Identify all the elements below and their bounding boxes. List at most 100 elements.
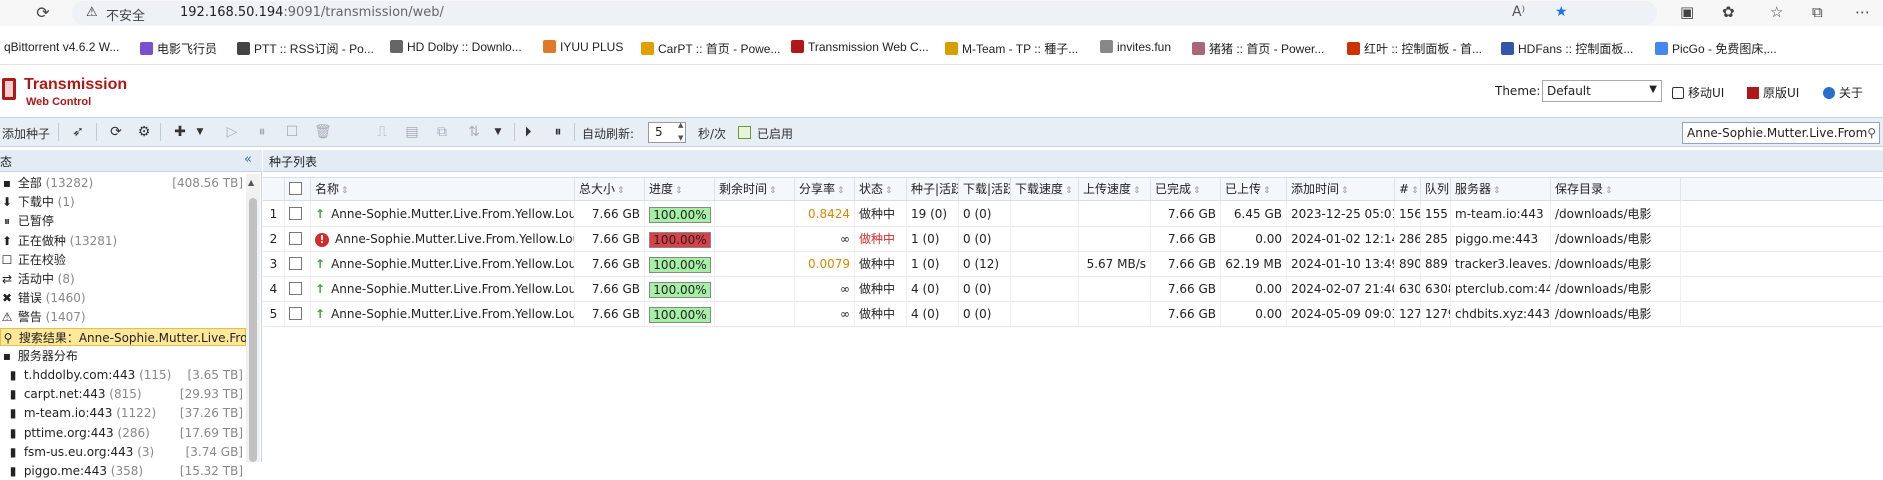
sidebar-item[interactable]: ▪ 全部 (13282) [408.56 TB] <box>0 174 246 192</box>
folder-icon[interactable]: ▤ <box>404 124 420 140</box>
profile-icon[interactable]: ▣ <box>1680 3 1694 21</box>
column-header-name[interactable]: 名称 ⇕ <box>311 178 575 202</box>
tracker-icon[interactable]: ⎍ <box>374 124 390 140</box>
add-torrent-button[interactable]: 添加种子 <box>2 125 50 142</box>
bookmark-item[interactable]: Transmission Web C... <box>791 40 929 54</box>
column-header-eta[interactable]: 剩余时间 ⇕ <box>715 178 795 202</box>
pause-icon[interactable]: ⏸ <box>254 124 270 140</box>
search-icon[interactable]: ⚲ <box>1867 126 1876 140</box>
bookmark-item[interactable]: IYUU PLUS <box>543 40 623 54</box>
address-bar[interactable]: ⚠ 不安全 192.168.50.194:9091/transmission/w… <box>72 1 1657 25</box>
refresh-icon[interactable]: ⟳ <box>108 124 124 140</box>
sidebar-item[interactable]: ⬇ 下载中 (1) <box>0 193 246 211</box>
bookmark-item[interactable]: invites.fun <box>1100 40 1171 54</box>
row-checkbox[interactable] <box>289 307 302 320</box>
bookmark-item[interactable]: M-Team - TP :: 種子... <box>945 40 1078 57</box>
row-checkbox[interactable] <box>289 232 302 245</box>
original-ui-link[interactable]: 原版UI <box>1747 84 1799 101</box>
sort-icon[interactable]: ⇅ <box>466 124 482 140</box>
spin-down-icon[interactable]: ▼ <box>678 134 683 142</box>
sidebar-item[interactable]: ▮ carpt.net:443 (815) [29.93 TB] <box>0 385 246 403</box>
start-all-icon[interactable]: ⏵ <box>520 124 536 140</box>
row-checkbox[interactable] <box>289 207 302 220</box>
table-row[interactable]: 2! Anne-Sophie.Mutter.Live.From.Yellow.Lo… <box>263 227 1883 252</box>
torrent-name[interactable]: Anne-Sophie.Mutter.Live.From.Yellow.Loun… <box>331 307 574 321</box>
settings-more-icon[interactable]: ⋯ <box>1855 3 1870 21</box>
sidebar-item[interactable]: ▮ t.hddolby.com:443 (115) [3.65 TB] <box>0 366 246 384</box>
bookmark-item[interactable]: 红叶 :: 控制面板 - 首... <box>1347 40 1482 57</box>
row-checkbox[interactable] <box>289 282 302 295</box>
spin-up-icon[interactable]: ▲ <box>678 121 683 129</box>
start-icon[interactable]: ▷ <box>224 124 240 140</box>
bookmark-item[interactable]: CarPT :: 首页 - Powe... <box>641 40 780 57</box>
about-link[interactable]: 关于 <box>1823 84 1863 101</box>
sidebar-item[interactable]: ▮ fsm-us.eu.org:443 (3) [3.74 GB] <box>0 443 246 461</box>
torrent-name[interactable]: Anne-Sophie.Mutter.Live.From.Yellow.Loun… <box>331 282 574 296</box>
bookmark-item[interactable]: 猪猪 :: 首页 - Power... <box>1192 40 1324 57</box>
column-header-progress[interactable]: 进度 ⇕ <box>645 178 715 202</box>
rocket-icon[interactable]: ➶ <box>70 124 86 140</box>
extensions-icon[interactable]: ✿ <box>1722 3 1735 21</box>
read-aloud-icon[interactable]: A⁾ <box>1512 4 1525 20</box>
collapse-icon[interactable]: « <box>244 152 252 167</box>
gear-icon[interactable]: ⚙ <box>136 124 152 140</box>
sidebar-item[interactable]: ⚠ 警告 (1407) <box>0 308 246 326</box>
column-header-ul[interactable]: 上传速度 ⇕ <box>1079 178 1151 202</box>
table-row[interactable]: 4 ↑ Anne-Sophie.Mutter.Live.From.Yellow.Lo… <box>263 277 1883 302</box>
theme-select[interactable]: Default ▼ <box>1542 80 1662 102</box>
column-header-server[interactable]: 服务器 ⇕ <box>1451 178 1551 202</box>
copy-icon[interactable]: ⧉ <box>434 124 450 140</box>
trash-icon[interactable]: 🗑 <box>314 124 332 140</box>
chevron-down-icon[interactable]: ▼ <box>192 124 208 140</box>
sidebar-item[interactable]: ▮ m-team.io:443 (1122) [37.26 TB] <box>0 404 246 422</box>
bookmark-item[interactable]: 电影飞行员 <box>140 40 217 57</box>
collections-icon[interactable]: ⧉ <box>1812 3 1823 21</box>
column-header-done[interactable]: 已完成 ⇕ <box>1151 178 1221 202</box>
sidebar-item[interactable]: ⇄ 活动中 (8) <box>0 270 246 288</box>
select-all-checkbox[interactable] <box>289 182 302 195</box>
favorite-star-icon[interactable]: ★ <box>1555 4 1568 20</box>
column-header-ratio[interactable]: 分享率 ⇕ <box>795 178 855 202</box>
sidebar-item[interactable]: ✖ 错误 (1460) <box>0 289 246 307</box>
column-header-select[interactable] <box>285 178 311 202</box>
column-header-dir[interactable]: 保存目录 ⇕ <box>1551 178 1681 202</box>
column-header-peers[interactable]: 下载|活跃⇕ <box>959 178 1011 202</box>
row-checkbox[interactable] <box>289 257 302 270</box>
sidebar-item[interactable]: ▮ piggo.me:443 (358) [15.32 TB] <box>0 462 246 480</box>
column-header-size[interactable]: 总大小 ⇕ <box>575 178 645 202</box>
favorites-icon[interactable]: ☆ <box>1770 3 1783 21</box>
sidebar-item[interactable]: ▪ 服务器分布 <box>0 347 246 365</box>
bookmark-item[interactable]: qBittorrent v4.6.2 W... <box>4 40 119 54</box>
table-row[interactable]: 1 ↑ Anne-Sophie.Mutter.Live.From.Yellow.Lo… <box>263 202 1883 227</box>
url-text[interactable]: 192.168.50.194:9091/transmission/web/ <box>180 5 444 20</box>
bookmark-item[interactable]: HD Dolby :: Downlo... <box>390 40 522 54</box>
column-header-dl[interactable]: 下载速度 ⇕ <box>1011 178 1079 202</box>
column-header-seeds[interactable]: 种子|活跃⇕ <box>907 178 959 202</box>
table-row[interactable]: 3 ↑ Anne-Sophie.Mutter.Live.From.Yellow.Lo… <box>263 252 1883 277</box>
scrollbar-thumb[interactable] <box>249 198 257 462</box>
recheck-icon[interactable]: ☐ <box>284 124 300 140</box>
bookmark-item[interactable]: PTT :: RSS订阅 - Po... <box>237 40 374 57</box>
column-header-id[interactable]: # ⇕ <box>1395 178 1421 202</box>
pause-all-icon[interactable]: ⏸ <box>550 124 566 140</box>
table-row[interactable]: 5 ↑ Anne-Sophie.Mutter.Live.From.Yellow.Lo… <box>263 302 1883 327</box>
chevron-down-icon[interactable]: ▼ <box>490 124 506 140</box>
sidebar-item[interactable]: ⚲ 搜索结果：Anne-Sophie.Mutter.Live.Fro <box>0 327 247 346</box>
column-header-queue[interactable]: 队列⇕ <box>1421 178 1451 202</box>
column-header-status[interactable]: 状态 ⇕ <box>855 178 907 202</box>
sidebar-item[interactable]: ▮ pttime.org:443 (286) [17.69 TB] <box>0 424 246 442</box>
bookmark-item[interactable]: HDFans :: 控制面板... <box>1501 40 1633 57</box>
reload-icon[interactable]: ⟳ <box>32 2 54 24</box>
auto-refresh-checkbox[interactable] <box>738 126 751 139</box>
mobile-ui-link[interactable]: 移动UI <box>1672 84 1724 101</box>
scroll-up-icon[interactable]: ▲ <box>248 178 254 187</box>
sidebar-item[interactable]: ⬆ 正在做种 (13281) <box>0 232 246 250</box>
column-header-uploaded[interactable]: 已上传 ⇕ <box>1221 178 1287 202</box>
column-header-index[interactable] <box>263 178 285 202</box>
sidebar-item[interactable]: ⏸ 已暂停 <box>0 212 246 230</box>
torrent-name[interactable]: Anne-Sophie.Mutter.Live.From.Yellow.Loun… <box>331 207 574 221</box>
search-input[interactable]: Anne-Sophie.Mutter.Live.From ⚲ <box>1682 122 1880 144</box>
plugin-icon[interactable]: ✚ <box>172 124 188 140</box>
torrent-name[interactable]: Anne-Sophie.Mutter.Live.From.Yellow.Loun… <box>335 232 574 246</box>
bookmark-item[interactable]: PicGo - 免费图床,... <box>1655 40 1777 57</box>
